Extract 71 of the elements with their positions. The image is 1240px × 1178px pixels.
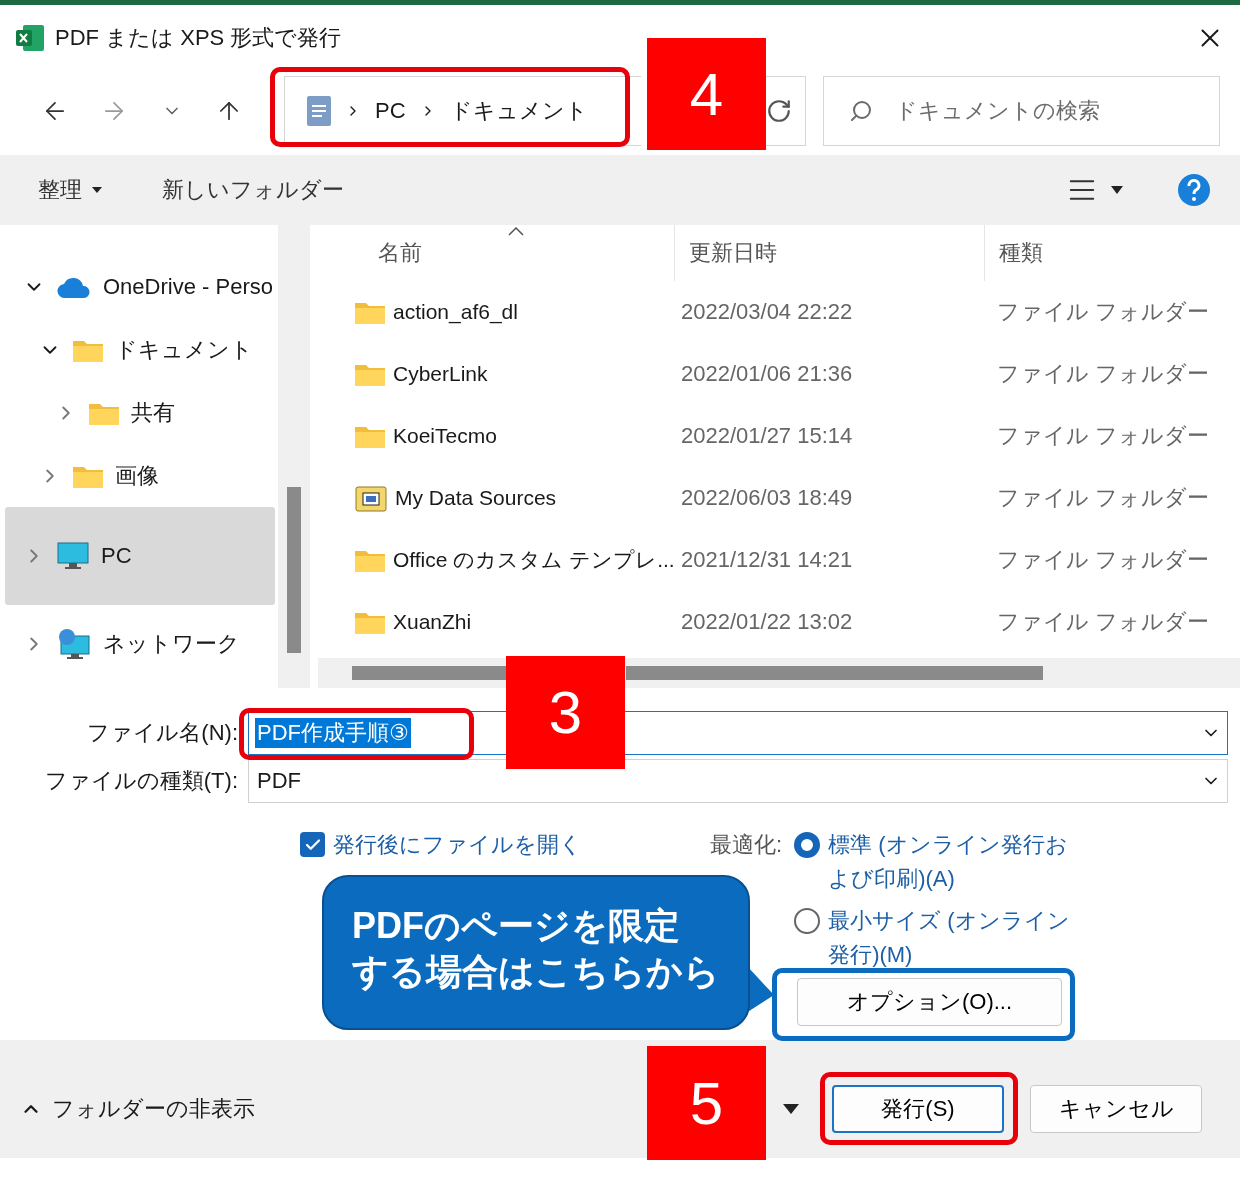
window-title: PDF または XPS 形式で発行 [55,23,342,52]
date-cell-text: 2022/06/03 18:49 [680,484,854,512]
folder-icon [355,548,385,572]
type-cell-text: ファイル フォルダー [996,608,1211,636]
network-icon [57,628,91,660]
column-header[interactable]: 名前 [318,225,675,281]
file-name-cell[interactable]: Office のカスタム テンプレ... [318,529,675,591]
caret-icon[interactable] [1111,186,1123,194]
sidebar-item[interactable]: ドキュメント [5,318,275,381]
search-icon [849,99,874,123]
excel-logo-icon [15,23,45,52]
step-number: 5 [647,1046,766,1160]
radio-button[interactable] [794,908,821,934]
file-name-cell[interactable]: XuanZhi [318,591,675,653]
type-cell-text: ファイル フォルダー [996,546,1211,574]
sidebar-item[interactable]: PC [5,507,275,605]
date-cell-text: 2022/01/06 21:36 [680,360,854,388]
folder-icon [355,362,385,386]
address-bar[interactable]: PC ドキュメント [284,76,642,146]
file-name-cell[interactable]: My Data Sources [318,467,675,529]
file-name-cell[interactable]: KoeiTecmo [318,405,675,467]
cloud-icon [57,275,91,298]
folder-icon [355,300,385,324]
date-cell-text: 2021/12/31 14:21 [680,546,854,574]
folder-icon [355,610,385,634]
radio-button[interactable] [794,832,821,858]
column-header[interactable]: 種類 [985,225,1240,281]
callout: PDFのページを限定 する場合はこちらから [322,875,750,1030]
new-folder-button[interactable]: 新しいフォルダー [162,175,344,205]
folder-icon [355,424,385,448]
document-icon [307,96,332,126]
help-icon[interactable] [1178,174,1210,206]
column-header[interactable]: 更新日時 [675,225,985,281]
step-number: 4 [647,38,766,150]
monitor-icon [57,542,89,570]
checkbox[interactable] [300,832,325,857]
scrollbar-thumb[interactable] [626,666,1043,680]
options-button[interactable]: オプション(O)... [797,978,1062,1026]
radio-label: 最小サイズ (オンライン発行)(M) [828,907,1071,969]
file-name-cell[interactable]: CyberLink [318,343,675,405]
type-cell-text: ファイル フォルダー [996,422,1211,450]
type-cell-text: ファイル フォルダー [996,484,1211,512]
radio-label: 標準 (オンライン発行および印刷)(A) [828,831,1069,893]
type-cell-text: ファイル フォルダー [996,298,1211,326]
optimize-label: 最適化: [710,831,783,859]
field-label: ファイル名(N): [86,719,239,747]
caret-icon[interactable] [783,1104,799,1114]
hide-folders-button[interactable]: フォルダーの非表示 [52,1094,255,1124]
checkbox-label: 発行後にファイルを開く [333,831,582,859]
field-label: ファイルの種類(T): [43,767,239,795]
sidebar-item[interactable]: 画像 [5,444,275,507]
breadcrumb-item[interactable]: PC [375,98,406,124]
date-cell-text: 2022/03/04 22:22 [680,298,854,326]
file-name-cell[interactable]: action_af6_dl [318,281,675,343]
step-number: 3 [506,656,625,769]
date-cell-text: 2022/01/27 15:14 [680,422,854,450]
date-cell-text: 2022/01/22 13:02 [680,608,854,636]
search-field[interactable]: ドキュメントの検索 [823,76,1220,146]
scrollbar-thumb[interactable] [287,487,301,653]
breadcrumb-item[interactable]: ドキュメント [449,96,588,126]
organize-menu[interactable]: 整理 [38,175,102,205]
scrollbar-thumb[interactable] [352,666,506,680]
type-cell-text: ファイル フォルダー [996,360,1211,388]
refresh-icon[interactable] [766,98,793,124]
data-folder-icon [355,484,387,512]
sidebar-item[interactable]: ネットワーク [5,605,275,683]
cancel-button[interactable]: キャンセル [1030,1085,1202,1133]
sidebar-item[interactable]: OneDrive - Perso [5,255,275,318]
publish-button[interactable]: 発行(S) [832,1085,1004,1133]
sidebar-item[interactable]: 共有 [5,381,275,444]
caret-icon[interactable] [92,187,102,193]
